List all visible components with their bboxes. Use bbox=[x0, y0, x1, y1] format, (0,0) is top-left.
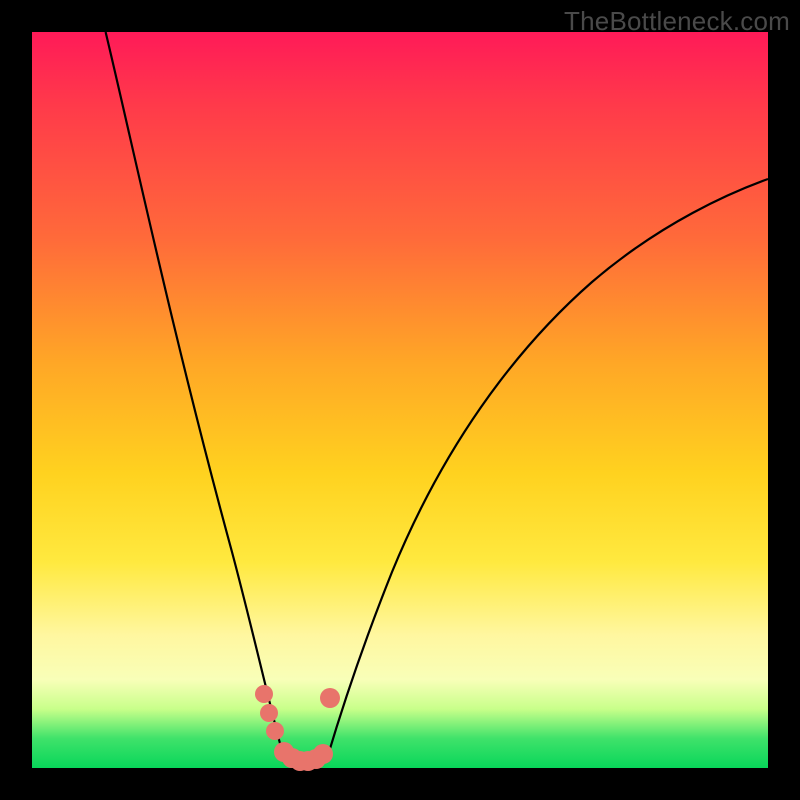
chart-frame: TheBottleneck.com bbox=[0, 0, 800, 800]
plot-area bbox=[32, 32, 768, 768]
marker-dot bbox=[260, 704, 278, 722]
chart-svg bbox=[32, 32, 768, 768]
left-branch-curve bbox=[106, 32, 286, 762]
marker-dot bbox=[313, 744, 333, 764]
right-branch-curve bbox=[326, 179, 768, 762]
marker-dot bbox=[320, 688, 340, 708]
marker-dot bbox=[266, 722, 284, 740]
marker-dot bbox=[255, 685, 273, 703]
